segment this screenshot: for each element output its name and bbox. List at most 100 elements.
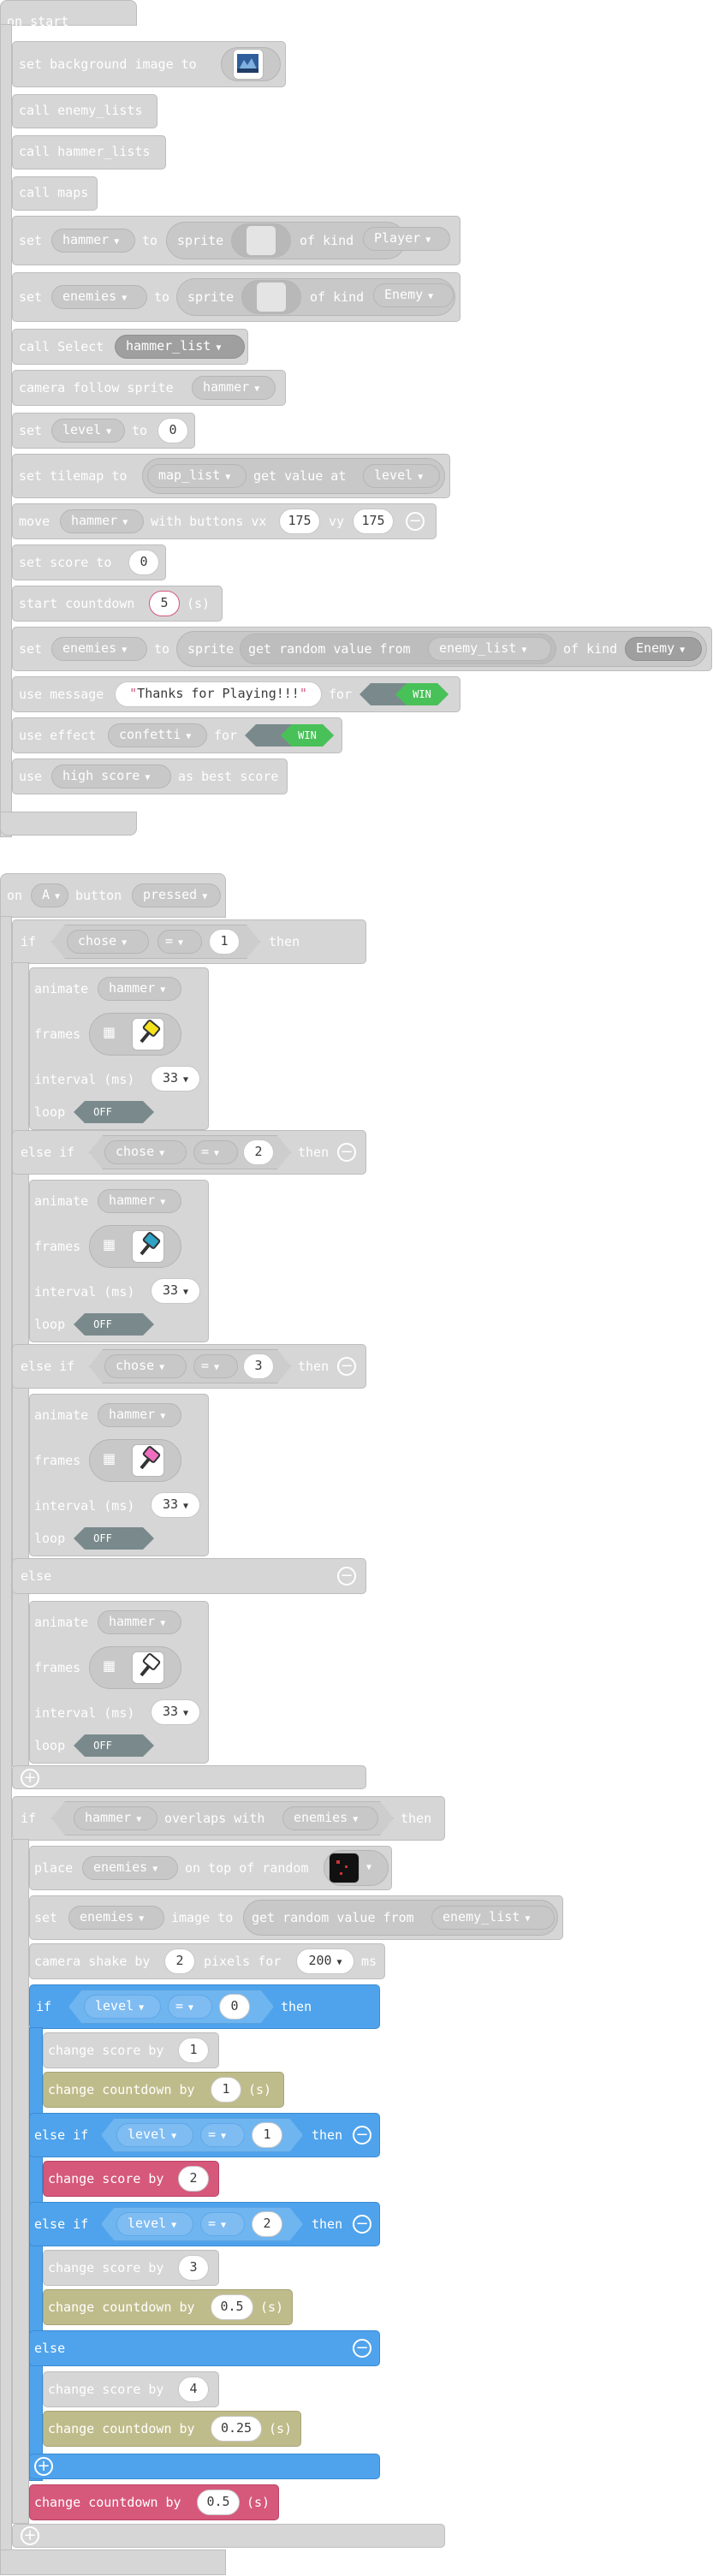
minus-icon[interactable]: − [337,1143,356,1162]
kind-enemy-dropdown[interactable]: Enemy ▼ [625,637,702,661]
chose-var-dropdown[interactable]: chose ▼ [67,930,149,954]
level-value-input[interactable]: 0 [157,418,188,443]
hammer-var-dropdown[interactable]: hammer ▼ [98,977,181,1001]
on-label: on [7,888,23,903]
kind-player-dropdown[interactable]: Player ▼ [363,227,450,251]
white-hammer-icon[interactable] [132,1651,164,1684]
hammer-var-dropdown[interactable]: hammer ▼ [98,1189,181,1213]
compare-value-input[interactable]: 1 [252,2122,282,2148]
else-level-row[interactable] [29,2330,380,2366]
frames-label: frames [34,1453,81,1468]
tile-picker-icon[interactable] [329,1853,359,1883]
operator-dropdown[interactable]: = ▼ [157,930,202,954]
compare-value-input[interactable]: 2 [243,1139,274,1165]
minus-icon[interactable]: − [337,1567,356,1585]
chose-var-dropdown[interactable]: chose ▼ [104,1354,187,1378]
hammer-var-dropdown[interactable]: hammer ▼ [98,1610,181,1634]
vy-input[interactable]: 175 [353,509,394,534]
operator-dropdown[interactable]: = ▼ [193,1354,238,1378]
interval-input[interactable]: 33 ▼ [151,1492,200,1518]
countdown-delta-input[interactable]: 1 [211,2077,241,2103]
operator-dropdown[interactable]: = ▼ [193,1140,238,1164]
minus-icon[interactable]: − [406,512,425,531]
level-var-dropdown[interactable]: level ▼ [51,419,125,443]
blank-sprite-icon[interactable] [246,225,276,256]
yellow-hammer-icon[interactable] [132,1018,164,1050]
enemies-var-dropdown[interactable]: enemies ▼ [282,1806,378,1830]
countdown-delta-input[interactable]: 0.25 [211,2416,262,2442]
button-a-dropdown[interactable]: A ▼ [31,883,68,907]
loop-off-toggle[interactable]: OFF [74,1527,154,1550]
countdown-delta-input[interactable]: 0.5 [211,2294,253,2320]
interval-input[interactable]: 33 ▼ [151,1278,200,1304]
score-delta-input[interactable]: 3 [178,2255,209,2281]
blue-hammer-icon[interactable] [132,1230,164,1263]
minus-icon[interactable]: − [353,2215,371,2234]
else-row[interactable] [12,1558,366,1594]
operator-dropdown[interactable]: = ▼ [200,2123,245,2147]
compare-value-input[interactable]: 1 [209,929,240,955]
plus-icon[interactable]: + [21,2526,39,2545]
enemies-var-dropdown[interactable]: enemies ▼ [68,1906,164,1930]
chose-var-dropdown[interactable]: chose ▼ [104,1140,187,1164]
score-delta-input[interactable]: 4 [178,2377,209,2402]
level-var-dropdown[interactable]: level ▼ [84,1995,161,2019]
high-score-dropdown[interactable]: high score ▼ [51,764,171,788]
countdown-value-input[interactable]: 5 [149,591,180,616]
hammer-var-dropdown[interactable]: hammer ▼ [98,1403,181,1427]
hammer-var-dropdown[interactable]: hammer ▼ [51,229,135,253]
level-var-dropdown[interactable]: level ▼ [116,2212,193,2236]
tile-dropdown-arrow-icon[interactable]: ▼ [366,1860,371,1876]
plus-icon[interactable]: + [34,2457,53,2476]
pink-hammer-icon[interactable] [132,1444,164,1477]
score-delta-input[interactable]: 1 [178,2038,209,2063]
win-toggle-knob[interactable]: WIN [281,724,334,747]
blank-sprite-icon[interactable] [256,282,287,312]
seconds-unit-label: (s) [247,2495,270,2510]
map-list-dropdown[interactable]: map_list ▼ [147,464,247,488]
loop-off-toggle[interactable]: OFF [74,1734,154,1757]
score-value-input[interactable]: 0 [128,550,159,575]
loop-off-toggle[interactable]: OFF [74,1101,154,1123]
compare-value-input[interactable]: 3 [243,1353,274,1379]
hammer-list-dropdown[interactable]: hammer_list ▼ [115,335,245,359]
enemy-list-dropdown[interactable]: enemy_list ▼ [431,1906,555,1930]
hammer-var-dropdown[interactable]: hammer ▼ [60,509,144,533]
win-toggle-knob[interactable]: WIN [395,683,449,705]
minus-icon[interactable]: − [353,2339,371,2358]
operator-dropdown[interactable]: = ▼ [168,1995,212,2019]
vx-input[interactable]: 175 [279,509,320,534]
change-countdown-label: change countdown by [48,2299,195,2315]
interval-input[interactable]: 33 ▼ [151,1699,200,1725]
enemies-var-dropdown[interactable]: enemies ▼ [51,637,147,661]
event-dropdown[interactable]: pressed ▼ [132,883,221,907]
enemy-list-dropdown[interactable]: enemy_list ▼ [428,637,551,661]
compare-value-input[interactable]: 0 [219,1994,250,2020]
shake-duration-input[interactable]: 200 ▼ [296,1948,354,1974]
enemies-var-dropdown[interactable]: enemies ▼ [51,285,147,309]
kind-enemy-dropdown[interactable]: Enemy ▼ [373,283,454,307]
effect-dropdown[interactable]: confetti ▼ [108,723,207,747]
interval-input[interactable]: 33 ▼ [151,1066,200,1092]
compare-value-input[interactable]: 2 [252,2211,282,2237]
move-label: move [19,514,51,529]
minus-icon[interactable]: − [353,2126,371,2145]
plus-icon[interactable]: + [21,1769,39,1788]
operator-dropdown[interactable]: = ▼ [200,2212,245,2236]
loop-label: loop [34,1317,66,1332]
minus-icon[interactable]: − [337,1357,356,1376]
hammer-var-dropdown[interactable]: hammer ▼ [192,376,276,400]
frames-label: frames [34,1660,81,1675]
countdown-delta-input[interactable]: 0.5 [197,2490,240,2515]
shake-amount-input[interactable]: 2 [164,1948,195,1974]
hammer-var-dropdown[interactable]: hammer ▼ [74,1806,157,1830]
enemies-var-dropdown[interactable]: enemies ▼ [82,1856,178,1880]
loop-off-toggle[interactable]: OFF [74,1313,154,1336]
background-thumbnail-icon[interactable] [233,49,264,80]
level-var-dropdown[interactable]: level ▼ [363,464,440,488]
score-delta-input[interactable]: 2 [178,2166,209,2192]
message-text-input[interactable]: "Thanks for Playing!!!" [115,681,322,707]
level-var-dropdown[interactable]: level ▼ [116,2123,193,2147]
get-random-label: get random value from [248,641,411,657]
filmstrip-icon: ▦ [103,1236,116,1252]
